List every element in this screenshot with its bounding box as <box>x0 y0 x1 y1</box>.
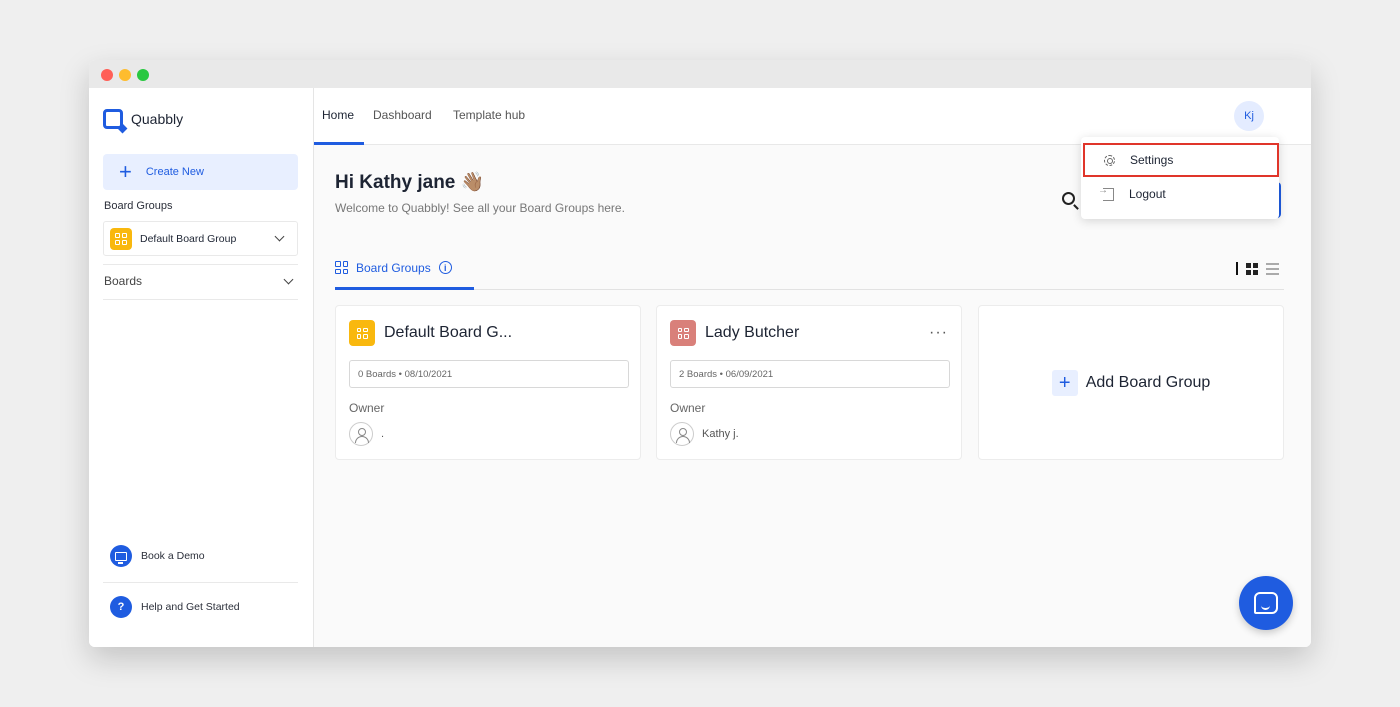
content-tabs: Board Groups i <box>335 248 1284 290</box>
info-icon[interactable]: i <box>438 261 452 274</box>
plus-icon: + <box>119 159 132 184</box>
help-link[interactable]: ? Help and Get Started <box>110 596 240 618</box>
app-name: Quabbly <box>131 111 184 127</box>
boards-label: Boards <box>104 274 143 288</box>
view-toggle <box>1236 262 1279 275</box>
page-title: Hi Kathy jane 👋🏽 <box>335 172 485 193</box>
board-group-card[interactable]: Default Board G... 0 Boards • 08/10/2021… <box>335 305 641 460</box>
board-groups-tab-label: Board Groups <box>356 260 431 275</box>
board-group-icon <box>110 227 132 250</box>
owner-label: Owner <box>670 401 706 415</box>
add-board-group-label: Add Board Group <box>1085 373 1211 391</box>
welcome-text: Welcome to Quabbly! See all your Board G… <box>335 201 625 215</box>
sidebar-item-default-board-group[interactable]: Default Board Group <box>103 221 298 256</box>
board-groups-heading: Board Groups <box>104 200 173 212</box>
menu-item-logout[interactable]: Logout <box>1081 177 1279 211</box>
active-tab-indicator <box>314 142 364 145</box>
card-meta: 2 Boards • 06/09/2021 <box>670 360 950 388</box>
search-icon[interactable] <box>1062 192 1075 205</box>
divider <box>103 264 298 265</box>
app-logo[interactable]: Quabbly <box>103 109 183 129</box>
chat-icon <box>1254 592 1278 614</box>
sidebar: Quabbly + Create New Board Groups Defaul… <box>89 88 314 647</box>
divider <box>103 582 298 583</box>
card-header: Default Board G... <box>349 320 627 346</box>
create-new-label: Create New <box>145 166 204 178</box>
grid-view-icon[interactable] <box>1246 262 1258 275</box>
user-icon <box>349 422 373 446</box>
window-titlebar <box>89 60 1311 88</box>
board-group-icon <box>349 320 375 346</box>
tab-dashboard[interactable]: Dashboard <box>373 108 432 122</box>
monitor-icon <box>110 545 132 567</box>
tab-template-hub[interactable]: Template hub <box>453 108 525 122</box>
card-header: Lady Butcher ··· <box>670 320 948 346</box>
grid-icon <box>335 261 348 274</box>
menu-item-settings[interactable]: Settings <box>1083 143 1279 177</box>
chat-launcher-button[interactable] <box>1239 576 1293 630</box>
tab-board-groups[interactable]: Board Groups i <box>335 248 474 290</box>
book-demo-label: Book a Demo <box>141 550 205 562</box>
board-group-label: Default Board Group <box>140 232 237 245</box>
help-icon: ? <box>110 596 132 618</box>
user-icon <box>670 422 694 446</box>
owner-row: . <box>349 422 384 446</box>
divider <box>103 299 298 300</box>
create-new-button[interactable]: + Create New <box>103 154 298 190</box>
tab-home[interactable]: Home <box>322 108 354 122</box>
list-view-icon[interactable] <box>1266 262 1279 275</box>
more-options-icon[interactable]: ··· <box>929 324 948 342</box>
board-group-card[interactable]: Lady Butcher ··· 2 Boards • 06/09/2021 O… <box>656 305 962 460</box>
close-window-button[interactable] <box>101 69 113 81</box>
card-meta: 0 Boards • 08/10/2021 <box>349 360 629 388</box>
logout-icon <box>1098 185 1114 201</box>
plus-icon: + <box>1051 369 1078 396</box>
maximize-window-button[interactable] <box>137 69 149 81</box>
chevron-down-icon <box>283 274 294 284</box>
sidebar-item-boards[interactable]: Boards <box>104 274 297 288</box>
help-label: Help and Get Started <box>141 601 240 613</box>
board-group-icon <box>670 320 696 346</box>
minimize-window-button[interactable] <box>119 69 131 81</box>
owner-label: Owner <box>349 401 385 415</box>
divider <box>1236 262 1238 275</box>
book-demo-link[interactable]: Book a Demo <box>110 545 205 567</box>
owner-name: . <box>381 428 385 440</box>
chevron-down-icon[interactable] <box>274 231 285 242</box>
quabbly-logo-icon <box>103 109 123 129</box>
add-board-group-button[interactable]: + Add Board Group <box>978 305 1284 460</box>
logout-label: Logout <box>1129 187 1166 201</box>
gear-icon <box>1104 154 1115 166</box>
card-title: Lady Butcher <box>705 324 800 341</box>
user-dropdown-menu: Settings Logout <box>1081 137 1279 219</box>
owner-row: Kathy j. <box>670 422 739 446</box>
user-avatar[interactable]: Kj <box>1234 101 1264 131</box>
card-title: Default Board G... <box>384 324 513 341</box>
owner-name: Kathy j. <box>702 428 739 440</box>
settings-label: Settings <box>1130 153 1174 167</box>
